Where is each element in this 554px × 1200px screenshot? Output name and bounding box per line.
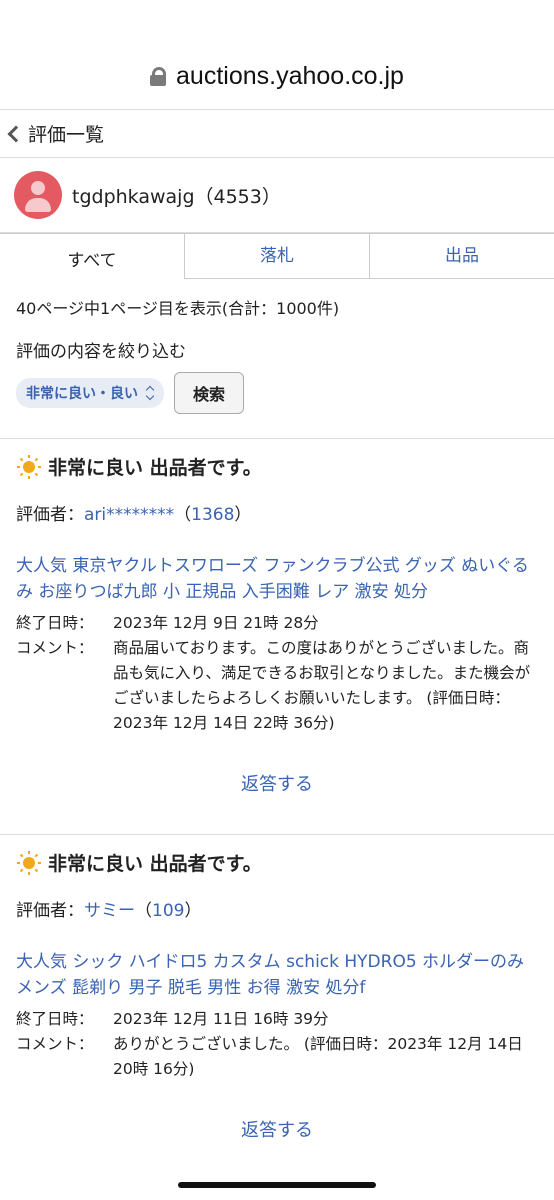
user-name: tgdphkawajg（4553） <box>72 185 281 208</box>
review-rating: 非常に良い 出品者です。 <box>16 453 538 480</box>
sun-icon <box>16 850 42 876</box>
review-item: 非常に良い 出品者です。 評価者：ari********（1368） 大人気 東… <box>0 439 554 796</box>
rating-filter-select[interactable]: 非常に良い・良い <box>16 378 164 408</box>
filter-label: 評価の内容を絞り込む <box>16 342 186 362</box>
comment-text: ありがとうございました。 (評価日時：2023年 12月 14日 20時 16分… <box>113 1035 523 1078</box>
tab-sold[interactable]: 出品 <box>369 233 554 279</box>
browser-url-bar[interactable]: auctions.yahoo.co.jp <box>0 0 554 110</box>
review-meta: 終了日時： 2023年 12月 9日 21時 28分 コメント： 商品届いており… <box>16 611 538 736</box>
tab-all[interactable]: すべて <box>0 233 184 279</box>
end-date-label: 終了日時： <box>16 1010 94 1028</box>
end-date-label: 終了日時： <box>16 614 94 632</box>
avatar <box>14 171 62 219</box>
url-text: auctions.yahoo.co.jp <box>176 62 404 90</box>
rater-paren-close: ） <box>184 901 202 921</box>
review-item: 非常に良い 出品者です。 評価者：サミー（109） 大人気 シック ハイドロ5 … <box>0 835 554 1142</box>
review-meta: 終了日時： 2023年 12月 11日 16時 39分 コメント： ありがとうご… <box>16 1007 538 1082</box>
rater-name-link[interactable]: サミー <box>84 901 135 921</box>
rater-line: 評価者：ari********（1368） <box>16 500 538 525</box>
rating-text: 非常に良い 出品者です。 <box>48 457 262 479</box>
comment-label: コメント： <box>16 1035 94 1053</box>
rater-paren-open: （ <box>174 505 192 525</box>
user-profile: tgdphkawajg（4553） <box>0 158 554 233</box>
end-date-row: 終了日時： 2023年 12月 11日 16時 39分 <box>16 1007 538 1032</box>
chevron-left-icon[interactable] <box>7 125 25 142</box>
sun-icon <box>16 454 42 480</box>
comment-label: コメント： <box>16 639 94 657</box>
url-display[interactable]: auctions.yahoo.co.jp <box>0 62 554 91</box>
rater-name-link[interactable]: ari******** <box>84 505 174 525</box>
rater-label: 評価者： <box>16 901 84 921</box>
rater-score-link[interactable]: 109 <box>152 901 184 921</box>
reply-link[interactable]: 返答する <box>16 1116 538 1142</box>
page-summary: 40ページ中1ページ目を表示(合計：1000件) <box>16 299 340 318</box>
rater-label: 評価者： <box>16 505 84 525</box>
rater-paren-close: ） <box>234 505 252 525</box>
page-header: 評価一覧 <box>0 110 554 158</box>
lock-icon <box>150 67 167 86</box>
reply-link[interactable]: 返答する <box>16 770 538 796</box>
chevron-updown-icon <box>146 387 154 399</box>
rater-line: 評価者：サミー（109） <box>16 896 538 921</box>
end-date-value: 2023年 12月 11日 16時 39分 <box>113 1010 329 1028</box>
comment-row: コメント： ありがとうございました。 (評価日時：2023年 12月 14日 2… <box>16 1032 538 1082</box>
comment-text: 商品届いております。この度はありがとうございました。商品も気に入り、満足できるお… <box>113 639 531 732</box>
end-date-value: 2023年 12月 9日 21時 28分 <box>113 614 319 632</box>
rating-filter-value: 非常に良い・良い <box>26 386 138 402</box>
item-title-link[interactable]: 大人気 東京ヤクルトスワローズ ファンクラブ公式 グッズ ぬいぐるみ お座りつば… <box>16 553 538 605</box>
rating-text: 非常に良い 出品者です。 <box>48 853 262 875</box>
rater-paren-open: （ <box>135 901 152 921</box>
page-title[interactable]: 評価一覧 <box>28 120 104 147</box>
filter-row: 非常に良い・良い 検索 <box>0 362 554 414</box>
review-rating: 非常に良い 出品者です。 <box>16 849 538 876</box>
comment-row: コメント： 商品届いております。この度はありがとうございました。商品も気に入り、… <box>16 636 538 736</box>
end-date-row: 終了日時： 2023年 12月 9日 21時 28分 <box>16 611 538 636</box>
home-indicator[interactable] <box>178 1182 376 1188</box>
tab-bar: すべて 落札 出品 <box>0 233 554 279</box>
tab-won[interactable]: 落札 <box>184 233 369 279</box>
item-title-link[interactable]: 大人気 シック ハイドロ5 カスタム schick HYDRO5 ホルダーのみ … <box>16 949 538 1001</box>
rater-score-link[interactable]: 1368 <box>191 505 234 525</box>
search-button[interactable]: 検索 <box>174 372 245 414</box>
